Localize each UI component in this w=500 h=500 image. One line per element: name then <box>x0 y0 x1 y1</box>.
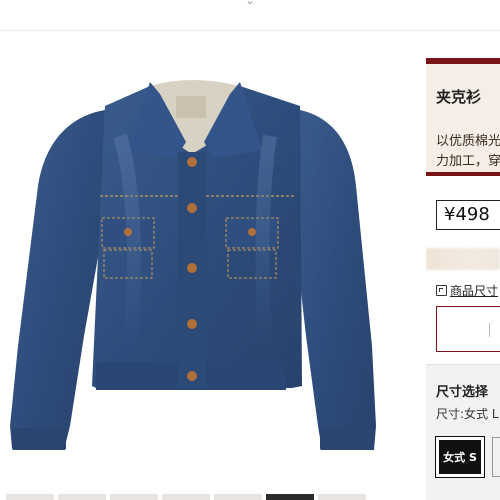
thumbnail[interactable] <box>162 494 210 500</box>
denim-jacket-image <box>10 80 376 450</box>
chevron-down-icon[interactable]: ⌄ <box>240 0 260 8</box>
promo-banner <box>426 248 500 270</box>
product-price: ¥498 <box>444 204 490 225</box>
product-title-box: 夹克衫 <box>426 58 500 120</box>
size-current: 尺寸:女式 L <box>436 407 499 421</box>
top-bar: ⌄ <box>0 0 500 31</box>
add-to-cart-button[interactable] <box>436 306 500 352</box>
product-description: 以优质棉光 力加工，穿 <box>426 120 500 176</box>
thumbnail[interactable] <box>266 494 314 500</box>
product-info-panel: 夹克衫 以优质棉光 力加工，穿 ¥498 商品尺寸 尺寸选择 尺寸:女式 L 女… <box>426 58 500 500</box>
size-chart-icon <box>436 285 447 296</box>
thumbnail-strip <box>0 494 415 500</box>
thumbnail[interactable] <box>58 494 106 500</box>
description-line: 力加工，穿 <box>436 154 500 169</box>
size-selector: 尺寸选择 尺寸:女式 L 女式 S <box>426 364 500 500</box>
thumbnail[interactable] <box>318 494 366 500</box>
thumbnail[interactable] <box>110 494 158 500</box>
button-divider <box>489 323 490 337</box>
price-box: ¥498 <box>436 200 500 230</box>
thumbnail[interactable] <box>6 494 54 500</box>
size-chart-link[interactable]: 商品尺寸 <box>436 282 498 299</box>
size-option-selected[interactable]: 女式 S <box>435 436 485 478</box>
product-title: 夹克衫 <box>436 88 482 106</box>
size-heading: 尺寸选择 <box>436 385 489 400</box>
thumbnail[interactable] <box>214 494 262 500</box>
size-chart-label: 商品尺寸 <box>450 284 499 298</box>
size-option[interactable] <box>492 437 500 477</box>
description-line: 以优质棉光 <box>436 134 500 149</box>
product-image[interactable] <box>0 46 415 492</box>
